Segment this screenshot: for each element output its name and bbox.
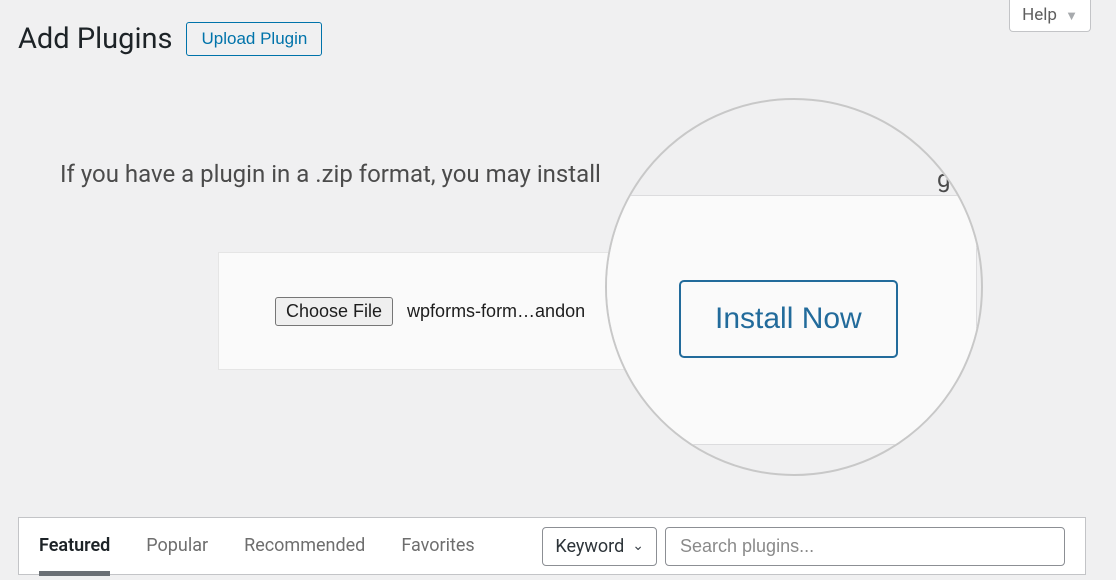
tab-favorites[interactable]: Favorites	[401, 535, 474, 558]
tab-recommended[interactable]: Recommended	[244, 535, 365, 558]
chevron-down-icon: ▼	[1065, 9, 1078, 24]
upload-instruction: If you have a plugin in a .zip format, y…	[60, 160, 601, 188]
install-now-button[interactable]: Install Now	[679, 280, 898, 358]
help-tab[interactable]: Help ▼	[1009, 0, 1091, 32]
filter-tabs: Featured Popular Recommended Favorites	[39, 535, 475, 558]
page-header: Add Plugins Upload Plugin	[18, 22, 322, 56]
chevron-down-icon: ⌄	[632, 538, 644, 554]
zoom-highlight: g it here. Install Now	[605, 98, 983, 476]
search-type-select[interactable]: Keyword ⌄	[542, 527, 657, 566]
tab-popular[interactable]: Popular	[146, 535, 208, 558]
help-label: Help	[1022, 5, 1057, 25]
page-title: Add Plugins	[18, 22, 172, 56]
selected-file-name: wpforms-form…andon	[407, 301, 585, 322]
tab-featured[interactable]: Featured	[39, 535, 110, 558]
filter-bar: Featured Popular Recommended Favorites K…	[18, 517, 1086, 575]
upload-plugin-button[interactable]: Upload Plugin	[186, 22, 322, 56]
upload-instruction-fragment: g it here.	[937, 165, 983, 193]
choose-file-button[interactable]: Choose File	[275, 297, 393, 326]
search-input[interactable]	[665, 527, 1065, 566]
search-type-label: Keyword	[555, 536, 624, 557]
